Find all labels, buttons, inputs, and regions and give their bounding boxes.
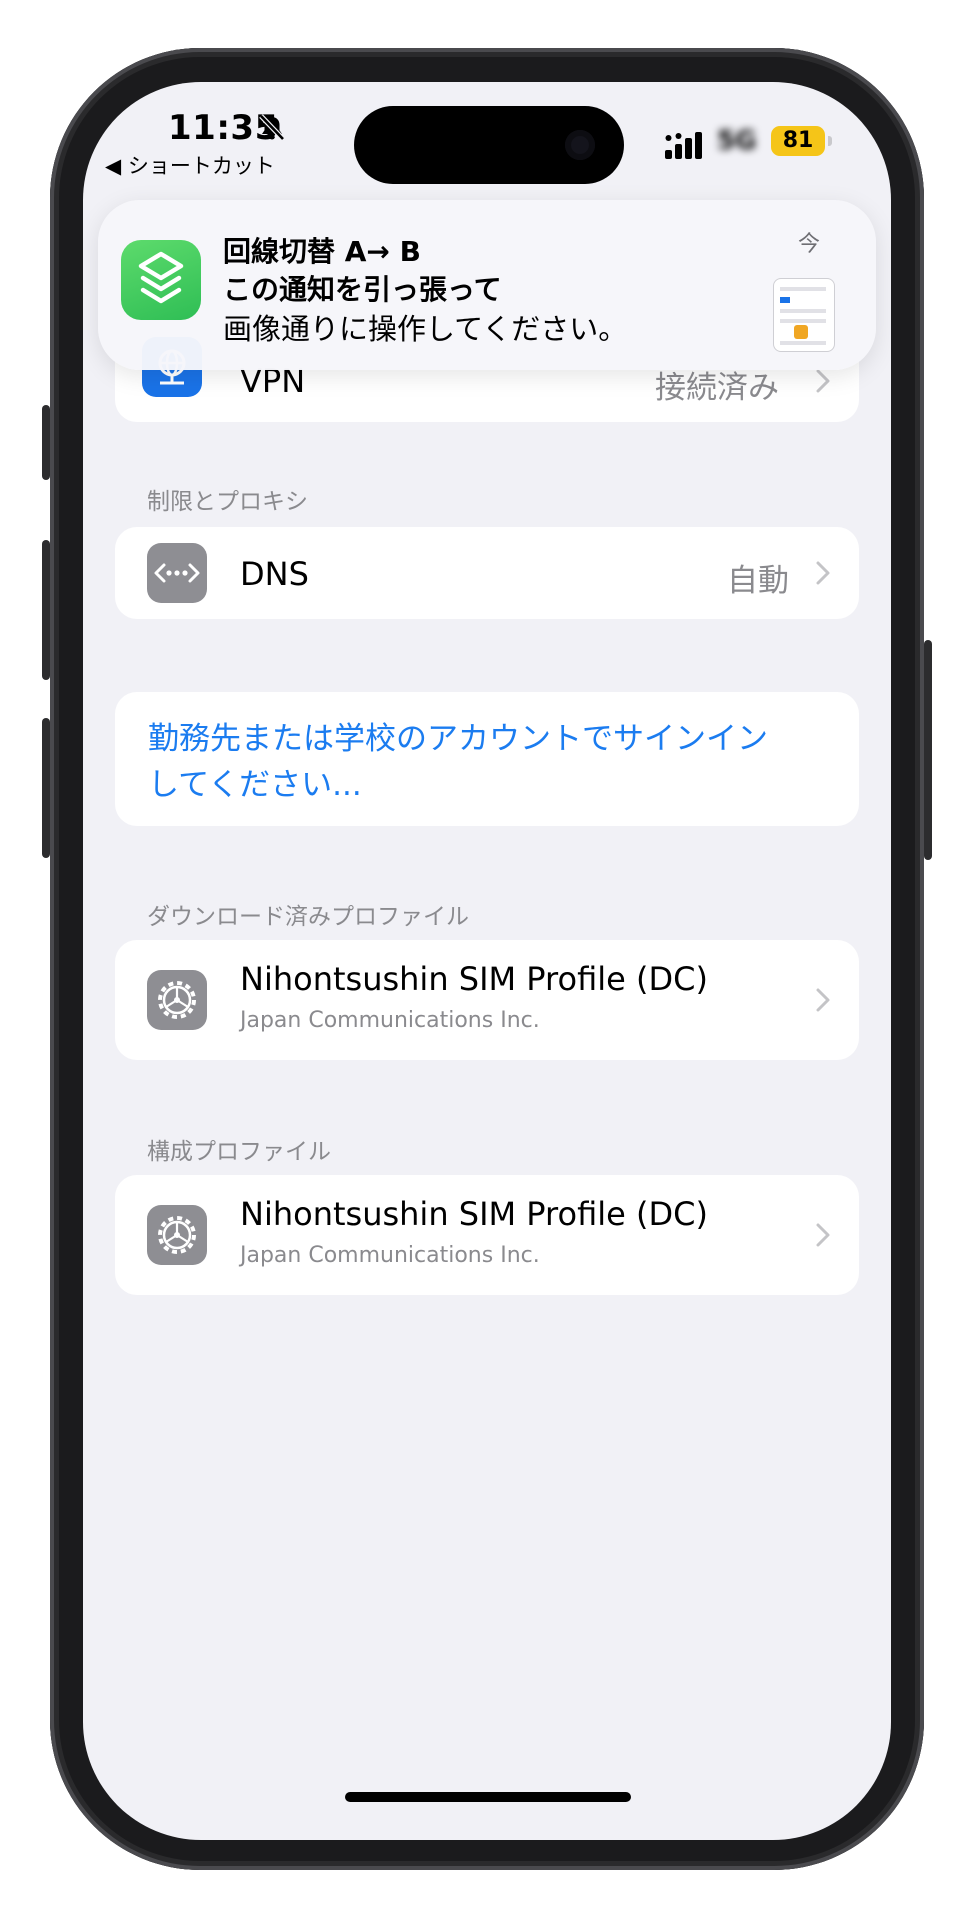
thumb-line	[780, 297, 790, 303]
downloaded-profile-chevron-icon	[816, 988, 830, 1012]
notification-time: 今	[798, 232, 821, 257]
volume-down-button	[42, 718, 50, 858]
proxy-section-header: 制限とプロキシ	[147, 489, 308, 515]
signin-link-line1[interactable]: 勤務先または学校のアカウントでサインイン	[148, 716, 768, 762]
action-button	[42, 405, 50, 480]
volume-up-button	[42, 540, 50, 680]
downloaded-profile-subtitle: Japan Communications Inc.	[240, 1008, 540, 1033]
config-profile-row[interactable]: Nihontsushin SIM Profile (DC) Japan Comm…	[115, 1175, 859, 1295]
dns-arrows-icon	[154, 563, 200, 583]
network-type: 5G	[717, 126, 757, 156]
cellular-signal-icon	[665, 132, 702, 159]
downloaded-profile-row[interactable]: Nihontsushin SIM Profile (DC) Japan Comm…	[115, 940, 859, 1060]
side-button	[924, 640, 932, 860]
settings-gear-icon	[158, 981, 196, 1019]
dns-tile	[147, 543, 207, 603]
downloaded-section-header: ダウンロード済みプロファイル	[147, 904, 469, 930]
battery-tip	[828, 136, 832, 146]
config-profile-chevron-icon	[816, 1223, 830, 1247]
dns-chevron-icon	[816, 561, 830, 585]
dns-value: 自動	[727, 563, 789, 599]
shortcuts-icon	[138, 251, 184, 304]
downloaded-profile-title: Nihontsushin SIM Profile (DC)	[240, 960, 708, 998]
profile-tile	[147, 970, 207, 1030]
notification-line1: この通知を引っ張って	[223, 273, 502, 306]
thumb-line	[780, 309, 826, 313]
shortcuts-app-icon	[121, 240, 201, 320]
signin-card[interactable]: 勤務先または学校のアカウントでサインイン してください...	[115, 692, 859, 826]
phone-screen: 11:35 ◀ ショートカット 5G 81 VPN 接続済み 制限とプロキシ D…	[83, 82, 891, 1840]
config-section-header: 構成プロファイル	[147, 1139, 331, 1165]
notification-line2: 画像通りに操作してください。	[223, 312, 628, 346]
battery-indicator: 81	[771, 126, 825, 156]
back-to-shortcuts-link[interactable]: ◀ ショートカット	[105, 150, 275, 180]
signin-link-line2[interactable]: してください...	[148, 762, 362, 808]
dns-row[interactable]: DNS 自動	[115, 527, 859, 619]
config-profile-title: Nihontsushin SIM Profile (DC)	[240, 1195, 708, 1233]
thumb-line	[780, 341, 826, 345]
config-profile-tile	[147, 1205, 207, 1265]
bell-slash-icon	[259, 114, 285, 141]
notification-title: 回線切替 A→ B	[223, 235, 421, 268]
notification-thumbnail	[773, 278, 835, 352]
settings-gear-icon	[158, 1216, 196, 1254]
notification-banner[interactable]: 回線切替 A→ B この通知を引っ張って 画像通りに操作してください。 今	[98, 200, 876, 370]
home-indicator[interactable]	[345, 1792, 631, 1802]
front-camera	[565, 130, 595, 160]
thumb-line	[794, 325, 808, 339]
thumb-line	[780, 319, 826, 323]
vpn-chevron-icon	[816, 369, 830, 393]
config-profile-subtitle: Japan Communications Inc.	[240, 1243, 540, 1268]
thumb-line	[780, 287, 826, 291]
dns-label: DNS	[240, 555, 309, 593]
